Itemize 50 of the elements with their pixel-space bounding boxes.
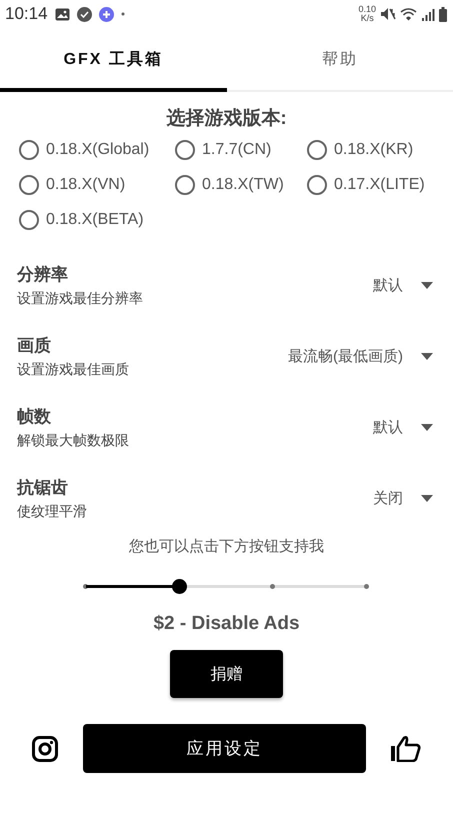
thumbs-up-icon[interactable] (391, 735, 421, 762)
radio-button[interactable] (307, 140, 327, 160)
setting-description: 设置游戏最佳画质 (17, 360, 129, 378)
dot-icon (120, 12, 125, 16)
radio-button[interactable] (19, 175, 39, 195)
setting-title: 帧数 (17, 406, 52, 428)
battery-icon (439, 6, 447, 22)
tab[interactable]: 帮助 (226, 28, 453, 92)
radio-button[interactable] (307, 175, 327, 195)
setting-title: 分辨率 (17, 264, 69, 286)
radio-button[interactable] (19, 140, 39, 160)
mute-icon (380, 7, 396, 21)
status-time: 10:14 (5, 4, 48, 24)
radio-label: 0.18.X(Global) (46, 141, 150, 159)
radio-label: 0.18.X(BETA) (46, 211, 144, 229)
radio-label: 1.7.7(CN) (202, 141, 272, 159)
price-label: $2 - Disable Ads (152, 613, 301, 635)
radio-label: 0.18.X(VN) (46, 176, 126, 194)
radio-button[interactable] (175, 175, 195, 195)
caret-icon (421, 494, 433, 502)
radio-label: 0.18.X(KR) (334, 141, 414, 159)
section-title: 选择游戏版本: (165, 107, 288, 131)
instagram-icon[interactable] (32, 736, 58, 762)
radio-button[interactable] (175, 140, 195, 160)
dropdown[interactable]: 默认 (373, 418, 433, 436)
image-icon (54, 8, 70, 20)
caret-icon (421, 424, 433, 430)
setting-description: 设置游戏最佳分辨率 (17, 290, 143, 308)
support-text: 您也可以点击下方按钮支持我 (128, 537, 325, 556)
donate-button[interactable]: 捐赠 (170, 650, 283, 698)
caret-icon (421, 282, 433, 288)
setting-title: 画质 (17, 334, 52, 356)
setting-description: 使纹理平滑 (17, 502, 87, 520)
tab[interactable]: GFX 工具箱 (0, 28, 226, 92)
apply-button[interactable]: 应用设定 (83, 724, 366, 773)
dropdown[interactable]: 默认 (373, 276, 433, 294)
radio-button[interactable] (19, 210, 39, 230)
speed-unit: K/s (360, 14, 374, 23)
radio-label: 0.17.X(LITE) (334, 176, 425, 194)
dropdown[interactable]: 关闭 (373, 488, 433, 508)
app-icon (76, 6, 92, 22)
setting-title: 抗锯齿 (17, 476, 69, 498)
wifi-icon (400, 7, 417, 21)
signal-icon (421, 8, 435, 20)
plus-icon (98, 6, 114, 22)
setting-description: 解锁最大帧数极限 (17, 432, 129, 450)
caret-icon (421, 352, 433, 360)
dropdown[interactable]: 最流畅(最低画质) (288, 346, 433, 366)
network-speed: 0.10 (358, 5, 376, 14)
radio-label: 0.18.X(TW) (202, 176, 284, 194)
